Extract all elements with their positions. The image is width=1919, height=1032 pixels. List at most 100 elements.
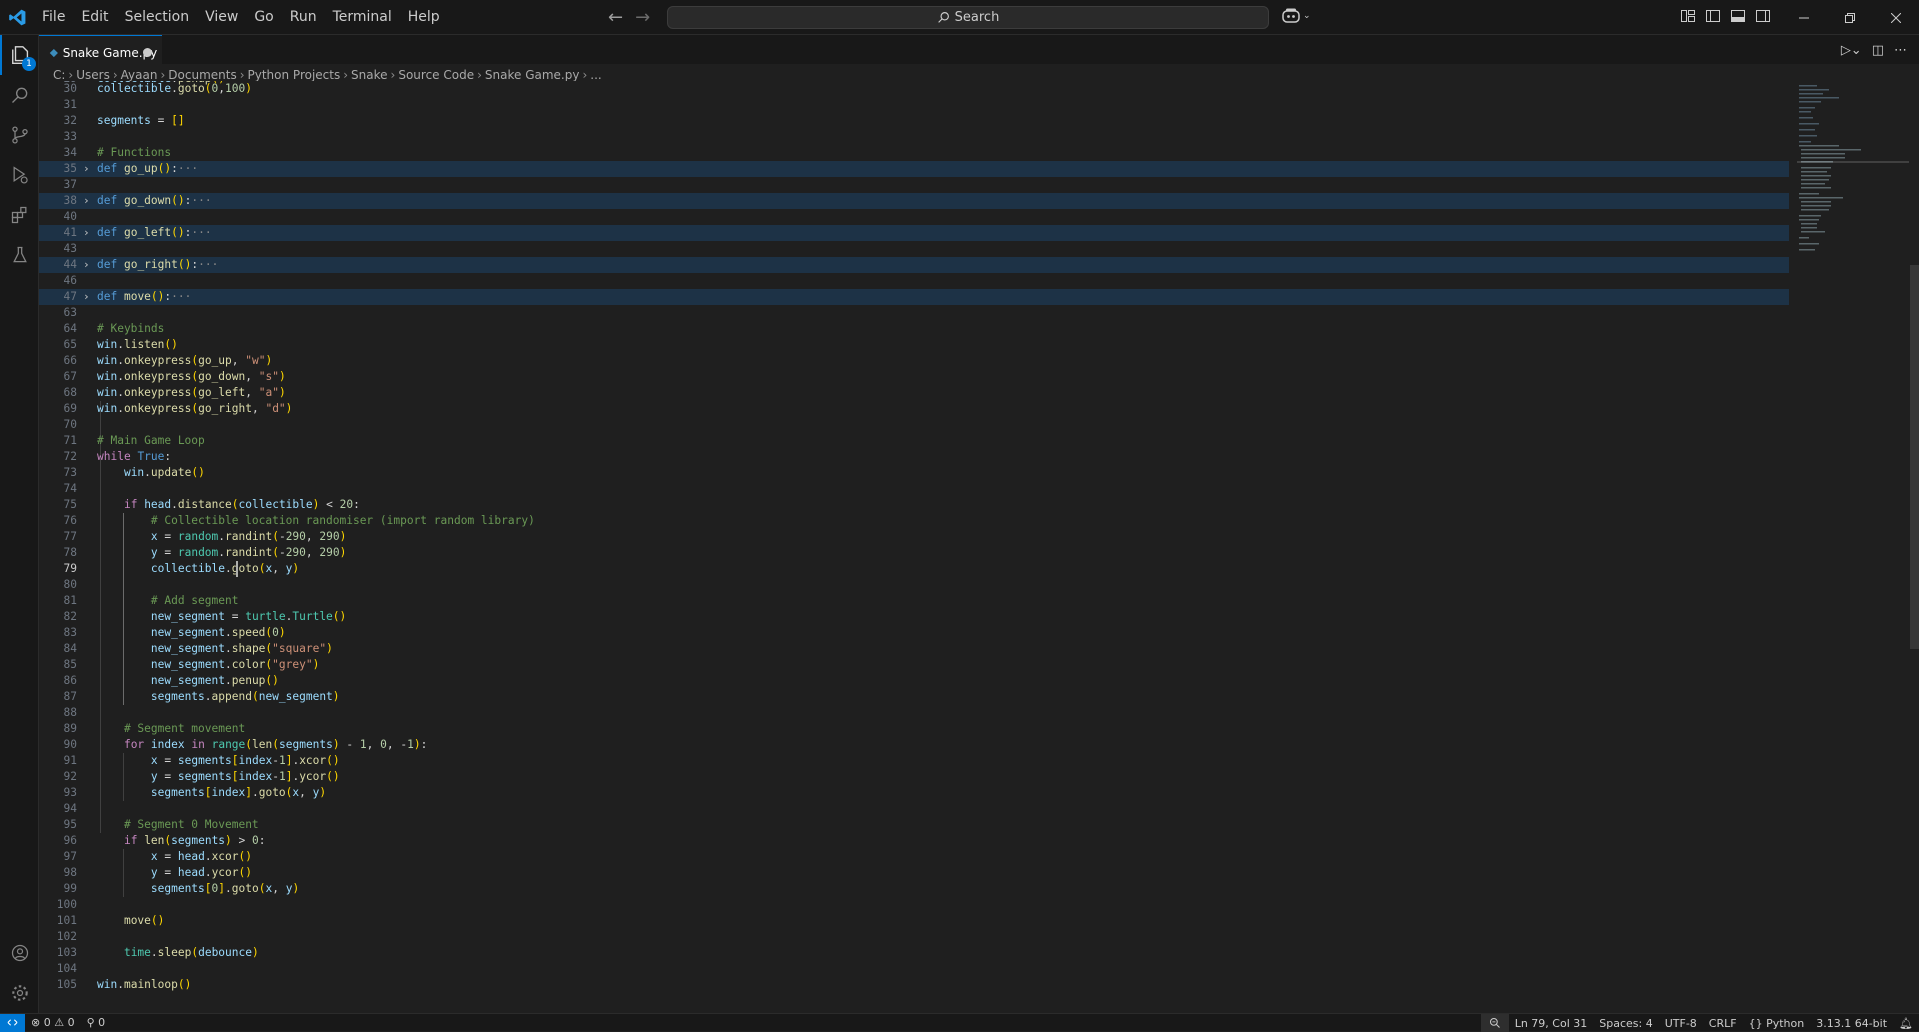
- python-interpreter[interactable]: 3.13.1 64-bit: [1810, 1017, 1893, 1030]
- code-line[interactable]: 71 # Main Game Loop: [39, 433, 1789, 449]
- bell-icon[interactable]: 🔔︎: [1893, 1017, 1919, 1030]
- code-line[interactable]: 64 # Keybinds: [39, 321, 1789, 337]
- code-line[interactable]: 33: [39, 129, 1789, 145]
- code-line[interactable]: 88: [39, 705, 1789, 721]
- code-line[interactable]: 32 segments = []: [39, 113, 1789, 129]
- code-line[interactable]: 66 win.onkeypress(go_up, "w"): [39, 353, 1789, 369]
- testing-button[interactable]: [0, 235, 39, 275]
- breadcrumb-item[interactable]: Ayaan: [121, 68, 158, 82]
- code-line[interactable]: 34 # Functions: [39, 145, 1789, 161]
- vertical-scrollbar[interactable]: [1910, 265, 1919, 649]
- code-line[interactable]: 38 › def go_down():···: [39, 193, 1789, 209]
- code-line[interactable]: 90 for index in range(len(segments) - 1,…: [39, 737, 1789, 753]
- breadcrumb-item[interactable]: Users: [76, 68, 110, 82]
- menu-selection[interactable]: Selection: [117, 0, 198, 35]
- code-line[interactable]: 100: [39, 897, 1789, 913]
- unsaved-dot-icon[interactable]: [143, 48, 152, 57]
- code-line[interactable]: 35 › def go_up():···: [39, 161, 1789, 177]
- breadcrumb-item[interactable]: ...: [590, 68, 601, 82]
- breadcrumb-item[interactable]: Snake: [351, 68, 387, 82]
- code-line[interactable]: 81 # Add segment: [39, 593, 1789, 609]
- code-line[interactable]: 87 segments.append(new_segment): [39, 689, 1789, 705]
- code-line[interactable]: 99 segments[0].goto(x, y): [39, 881, 1789, 897]
- fold-chevron-icon[interactable]: ›: [83, 289, 90, 305]
- run-python-file-icon[interactable]: ▷⌄: [1841, 43, 1862, 58]
- menu-go[interactable]: Go: [246, 0, 281, 35]
- line-ending[interactable]: CRLF: [1703, 1017, 1743, 1030]
- search-view-button[interactable]: [0, 75, 39, 115]
- code-line[interactable]: 105 win.mainloop(): [39, 977, 1789, 993]
- code-line[interactable]: 31: [39, 97, 1789, 113]
- code-line[interactable]: 98 y = head.ycor(): [39, 865, 1789, 881]
- code-line[interactable]: 97 x = head.xcor(): [39, 849, 1789, 865]
- split-editor-icon[interactable]: ◫: [1872, 43, 1884, 58]
- code-line[interactable]: 37: [39, 177, 1789, 193]
- code-line[interactable]: 73 win.update(): [39, 465, 1789, 481]
- menu-help[interactable]: Help: [400, 0, 448, 35]
- extensions-button[interactable]: [0, 195, 39, 235]
- customize-layout-icon[interactable]: [1680, 8, 1696, 24]
- explorer-button[interactable]: 1: [0, 35, 39, 75]
- code-line[interactable]: 91 x = segments[index-1].xcor(): [39, 753, 1789, 769]
- fold-chevron-icon[interactable]: ›: [83, 161, 90, 177]
- menu-view[interactable]: View: [197, 0, 246, 35]
- accounts-button[interactable]: [0, 933, 39, 973]
- code-line[interactable]: 96 if len(segments) > 0:: [39, 833, 1789, 849]
- code-line[interactable]: 46: [39, 273, 1789, 289]
- toggle-primary-sidebar-icon[interactable]: [1705, 8, 1721, 24]
- code-line[interactable]: 94: [39, 801, 1789, 817]
- fold-chevron-icon[interactable]: ›: [83, 257, 90, 273]
- back-arrow-icon[interactable]: ←: [608, 7, 623, 28]
- toggle-panel-icon[interactable]: [1730, 8, 1746, 24]
- code-line[interactable]: 75 if head.distance(collectible) < 20:: [39, 497, 1789, 513]
- code-line[interactable]: 47 › def move():···: [39, 289, 1789, 305]
- run-debug-button[interactable]: [0, 155, 39, 195]
- toggle-secondary-sidebar-icon[interactable]: [1755, 8, 1771, 24]
- code-line[interactable]: 103 time.sleep(debounce): [39, 945, 1789, 961]
- code-line[interactable]: 63: [39, 305, 1789, 321]
- code-line[interactable]: 74: [39, 481, 1789, 497]
- breadcrumb-item[interactable]: Python Projects: [248, 68, 341, 82]
- code-line[interactable]: 104: [39, 961, 1789, 977]
- breadcrumb-item[interactable]: Snake Game.py: [485, 68, 580, 82]
- language-mode[interactable]: {} Python: [1743, 1017, 1811, 1030]
- menu-edit[interactable]: Edit: [73, 0, 116, 35]
- ports-indicator[interactable]: ⚲ 0: [81, 1016, 112, 1029]
- copilot-button[interactable]: ⌄: [1281, 7, 1311, 25]
- code-editor[interactable]: 29collectible.penup()30collectible.goto(…: [39, 81, 1919, 1013]
- menu-file[interactable]: File: [34, 0, 73, 35]
- code-line[interactable]: 41 › def go_left():···: [39, 225, 1789, 241]
- minimize-icon[interactable]: [1781, 0, 1827, 35]
- breadcrumb-item[interactable]: Source Code: [398, 68, 474, 82]
- code-line[interactable]: 84 new_segment.shape("square"): [39, 641, 1789, 657]
- code-line[interactable]: 67 win.onkeypress(go_down, "s"): [39, 369, 1789, 385]
- code-line[interactable]: 83 new_segment.speed(0): [39, 625, 1789, 641]
- code-line[interactable]: 72 while True:: [39, 449, 1789, 465]
- code-line[interactable]: 89 # Segment movement: [39, 721, 1789, 737]
- code-line[interactable]: 68 win.onkeypress(go_left, "a"): [39, 385, 1789, 401]
- manage-button[interactable]: [0, 973, 39, 1013]
- code-line[interactable]: 76 # Collectible location randomiser (im…: [39, 513, 1789, 529]
- code-line[interactable]: 78 y = random.randint(-290, 290): [39, 545, 1789, 561]
- code-line[interactable]: 101 move(): [39, 913, 1789, 929]
- code-line[interactable]: 30 collectible.goto(0,100): [39, 81, 1789, 97]
- close-icon[interactable]: [1873, 0, 1919, 35]
- code-line[interactable]: 82 new_segment = turtle.Turtle(): [39, 609, 1789, 625]
- code-line[interactable]: 93 segments[index].goto(x, y): [39, 785, 1789, 801]
- menu-terminal[interactable]: Terminal: [325, 0, 400, 35]
- breadcrumb-item[interactable]: Documents: [168, 68, 236, 82]
- problems-indicator[interactable]: ⊗ 0 ⚠ 0: [25, 1016, 81, 1029]
- fold-chevron-icon[interactable]: ›: [83, 225, 90, 241]
- fold-chevron-icon[interactable]: ›: [83, 193, 90, 209]
- search-box[interactable]: Search: [667, 6, 1269, 29]
- code-line[interactable]: 40: [39, 209, 1789, 225]
- menu-run[interactable]: Run: [282, 0, 325, 35]
- zoom-icon[interactable]: [1480, 1014, 1509, 1032]
- more-actions-icon[interactable]: ⋯: [1894, 43, 1907, 58]
- code-line[interactable]: 44 › def go_right():···: [39, 257, 1789, 273]
- code-line[interactable]: 43: [39, 241, 1789, 257]
- code-line[interactable]: 65 win.listen(): [39, 337, 1789, 353]
- code-line[interactable]: 92 y = segments[index-1].ycor(): [39, 769, 1789, 785]
- code-line[interactable]: 77 x = random.randint(-290, 290): [39, 529, 1789, 545]
- code-line[interactable]: 85 new_segment.color("grey"): [39, 657, 1789, 673]
